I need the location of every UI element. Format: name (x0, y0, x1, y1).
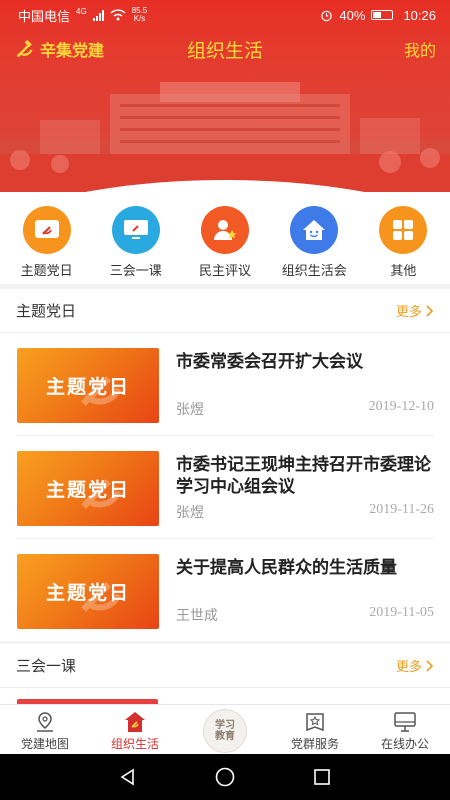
news-date: 2019-11-26 (369, 502, 434, 517)
news-thumbnail: 主题党日 (17, 451, 159, 526)
quick-nav-label: 其他 (390, 263, 417, 278)
signal-icon (92, 9, 104, 21)
user-star-icon (201, 206, 249, 254)
house-smile-icon (290, 206, 339, 254)
app-screen: 辛集党建 组织生活 我的 中国电信 4G 85.5 K/s 40% 10:26 主… (0, 0, 450, 800)
more-label: 更多 (395, 659, 422, 674)
news-item[interactable]: 主题党日 市委常委会召开扩大会议 张煜 2019-12-10 (16, 333, 434, 436)
news-author: 王世成 (176, 607, 218, 623)
quick-nav-other[interactable]: 其他 (359, 192, 448, 284)
tab-label: 在线办公 (380, 737, 429, 751)
more-link[interactable]: 更多 (396, 301, 434, 320)
section-theme-day: 主题党日 更多 主题党日 市委常委会召开扩大会议 张煜 2019-12-10 主… (0, 289, 450, 641)
section-three-meetings: 三会一课 更多 (0, 644, 450, 706)
clock: 10:26 (403, 7, 436, 23)
grid-icon (379, 206, 428, 254)
back-triangle-icon[interactable] (118, 767, 138, 787)
chevron-right-icon (426, 304, 434, 317)
mine-button[interactable]: 我的 (404, 37, 436, 61)
computer-icon (393, 711, 417, 733)
section-title: 三会一课 (16, 658, 77, 675)
home-circle-icon[interactable] (214, 766, 236, 788)
system-nav-bar (0, 754, 450, 800)
tab-online-office[interactable]: 在线办公 (360, 705, 450, 754)
quick-nav-label: 主题党日 (20, 263, 73, 278)
news-title: 关于提高人民群众的生活质量 (176, 558, 397, 577)
bottom-tab-bar: 党建地图 组织生活 学习 教育 党群服务 在线办公 (0, 704, 450, 754)
carrier-name: 中国电信 (18, 8, 71, 24)
section-header: 主题党日 更多 (0, 289, 450, 333)
service-star-icon (303, 711, 327, 733)
chevron-right-icon (426, 659, 434, 672)
monitor-icon (111, 206, 160, 254)
section-title: 主题党日 (16, 303, 77, 320)
battery-percent: 40% (339, 7, 366, 23)
quick-nav-democratic-review[interactable]: 民主评议 (180, 192, 269, 284)
study-badge-icon: 学习 教育 (203, 709, 247, 753)
network-type: 4G (76, 7, 87, 16)
news-title: 市委书记王现坤主持召开市委理论学习中心组会议 (176, 455, 431, 496)
tab-study-education[interactable]: 学习 教育 (180, 705, 270, 754)
tab-label: 组织生活 (110, 737, 159, 751)
party-flag-icon (22, 206, 71, 254)
news-thumbnail: 主题党日 (17, 554, 159, 629)
tab-label: 党群服务 (290, 737, 339, 751)
section-header: 三会一课 更多 (0, 644, 450, 688)
title-bar: 辛集党建 组织生活 我的 (0, 34, 450, 64)
recents-square-icon[interactable] (312, 767, 332, 787)
thumbnail-text: 主题党日 (45, 583, 130, 604)
net-speed: 85.5 K/s (132, 7, 148, 23)
quick-nav-label: 三会一课 (109, 263, 162, 278)
tab-label: 党建地图 (20, 737, 69, 751)
net-speed-unit: K/s (133, 14, 146, 23)
quick-nav-label: 民主评议 (199, 263, 252, 278)
news-item[interactable]: 主题党日 市委书记王现坤主持召开市委理论学习中心组会议 张煜 2019-11-2… (16, 436, 434, 539)
quick-nav-three-meetings[interactable]: 三会一课 (91, 192, 180, 284)
news-date: 2019-11-05 (369, 605, 434, 620)
status-bar: 中国电信 4G 85.5 K/s 40% 10:26 (0, 0, 450, 30)
party-house-icon (123, 711, 147, 733)
news-author: 张煜 (176, 504, 204, 520)
news-item[interactable]: 主题党日 关于提高人民群众的生活质量 王世成 2019-11-05 (16, 539, 434, 642)
more-label: 更多 (395, 304, 422, 319)
quick-nav: 主题党日 三会一课 民主评议 组织生活会 其他 (0, 192, 450, 284)
quick-nav-theme-day[interactable]: 主题党日 (2, 192, 91, 284)
tab-party-service[interactable]: 党群服务 (270, 705, 360, 754)
page-title: 组织生活 (186, 40, 263, 62)
news-thumbnail: 主题党日 (17, 348, 159, 423)
city-hall-illustration (0, 82, 450, 192)
news-author: 张煜 (176, 401, 204, 417)
wifi-icon (110, 9, 126, 21)
thumbnail-text: 主题党日 (45, 480, 130, 501)
quick-nav-label: 组织生活会 (281, 263, 347, 278)
news-title: 市委常委会召开扩大会议 (176, 352, 363, 371)
map-pin-icon (33, 711, 57, 733)
news-date: 2019-12-10 (368, 399, 434, 414)
tab-party-map[interactable]: 党建地图 (0, 705, 90, 754)
tab-org-life[interactable]: 组织生活 (90, 705, 180, 754)
quick-nav-org-life-meeting[interactable]: 组织生活会 (270, 192, 359, 284)
thumbnail-text: 主题党日 (45, 377, 130, 398)
study-badge-top: 学习 (215, 720, 235, 731)
more-link[interactable]: 更多 (396, 656, 434, 675)
study-badge-bottom: 教育 (215, 731, 235, 742)
alarm-icon (321, 10, 333, 21)
battery-icon (371, 10, 394, 20)
